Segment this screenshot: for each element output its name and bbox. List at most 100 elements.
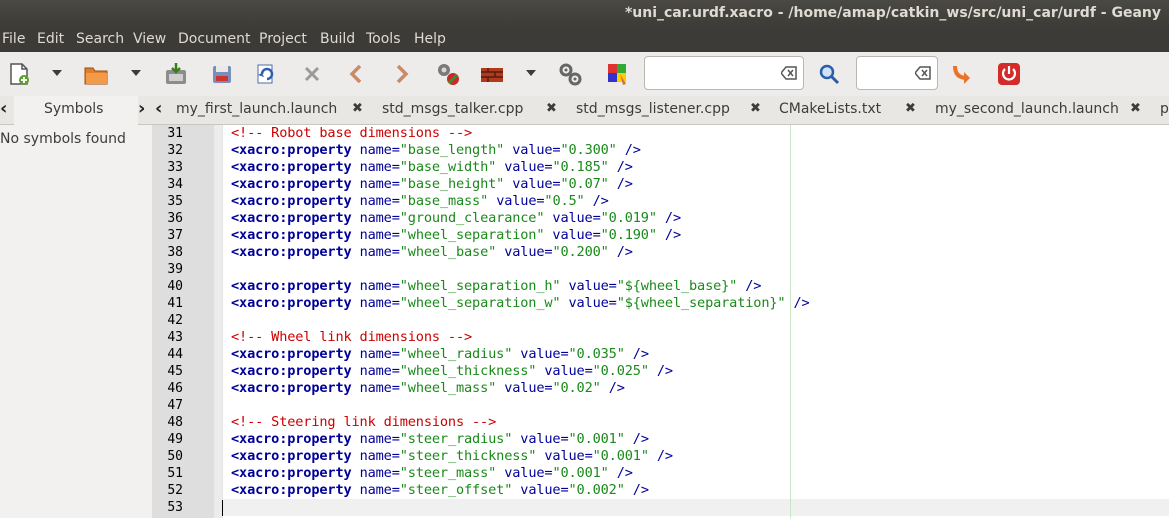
save-icon[interactable] bbox=[162, 60, 190, 88]
line-number: 51 bbox=[167, 466, 183, 481]
sidebar-prev-tab-icon[interactable]: ‹ bbox=[0, 99, 7, 119]
code-token: "steer_offset" bbox=[399, 482, 513, 498]
tab-cmakelists[interactable]: CMakeLists.txt bbox=[779, 101, 881, 117]
code-line[interactable]: <xacro:property name="wheel_radius" valu… bbox=[231, 346, 649, 363]
open-file-dropdown-icon[interactable] bbox=[131, 70, 141, 76]
code-token: <xacro:property bbox=[231, 346, 352, 362]
line-number: 39 bbox=[167, 262, 183, 277]
preferences-icon[interactable] bbox=[556, 60, 584, 88]
tab-my-second-launch[interactable]: my_second_launch.launch bbox=[935, 101, 1119, 117]
code-token: "0.001" bbox=[592, 448, 649, 464]
compile-icon[interactable] bbox=[434, 60, 462, 88]
sidebar-next-tab-icon[interactable]: › bbox=[138, 99, 145, 119]
tab-std-msgs-listener[interactable]: std_msgs_listener.cpp bbox=[576, 101, 730, 117]
new-file-icon[interactable] bbox=[5, 60, 33, 88]
editor-prev-tab-icon[interactable]: ‹ bbox=[155, 99, 162, 119]
code-token: "wheel_mass" bbox=[399, 380, 497, 396]
code-line[interactable]: <xacro:property name="ground_clearance" … bbox=[231, 210, 681, 227]
code-token: "wheel_radius" bbox=[399, 346, 513, 362]
code-token: "0.185" bbox=[552, 159, 609, 175]
menu-tools[interactable]: Tools bbox=[366, 31, 401, 47]
clear-goto-icon[interactable] bbox=[915, 66, 931, 80]
code-line[interactable]: <xacro:property name="steer_thickness" v… bbox=[231, 448, 673, 465]
code-line[interactable]: <xacro:property name="wheel_base" value=… bbox=[231, 244, 633, 261]
forward-icon[interactable] bbox=[388, 60, 416, 88]
search-icon[interactable] bbox=[815, 60, 843, 88]
back-icon[interactable] bbox=[342, 60, 370, 88]
menu-file[interactable]: File bbox=[2, 31, 25, 47]
code-line[interactable]: <xacro:property name="wheel_separation_h… bbox=[231, 278, 761, 295]
menu-view[interactable]: View bbox=[133, 31, 166, 47]
code-token: /> bbox=[584, 193, 609, 209]
tab-my-first-launch[interactable]: my_first_launch.launch bbox=[176, 101, 337, 117]
code-token: /> bbox=[624, 346, 649, 362]
code-token: = bbox=[560, 482, 569, 498]
color-chooser-icon[interactable] bbox=[604, 60, 632, 88]
code-line[interactable]: <!-- Robot base dimensions --> bbox=[231, 125, 472, 142]
save-all-icon[interactable] bbox=[208, 60, 236, 88]
code-line[interactable]: <xacro:property name="wheel_mass" value=… bbox=[231, 380, 625, 397]
code-line[interactable]: <xacro:property name="base_length" value… bbox=[231, 142, 641, 159]
code-token: <xacro:property bbox=[231, 210, 352, 226]
marker-margin[interactable] bbox=[214, 125, 223, 518]
code-token: name bbox=[359, 193, 392, 209]
code-token: "0.001" bbox=[552, 465, 609, 481]
build-dropdown-icon[interactable] bbox=[526, 70, 536, 76]
menu-project[interactable]: Project bbox=[259, 31, 307, 47]
tab-std-msgs-talker[interactable]: std_msgs_talker.cpp bbox=[382, 101, 523, 117]
menu-document[interactable]: Document bbox=[178, 31, 251, 47]
code-line[interactable]: <xacro:property name="base_mass" value="… bbox=[231, 193, 609, 210]
close-icon[interactable] bbox=[298, 60, 326, 88]
code-line[interactable]: <xacro:property name="steer_offset" valu… bbox=[231, 482, 649, 499]
code-token: name bbox=[359, 244, 392, 260]
line-number: 46 bbox=[167, 381, 183, 396]
tab-close-icon[interactable]: ✖ bbox=[1130, 101, 1141, 116]
goto-line-input[interactable] bbox=[856, 56, 938, 90]
code-token: /> bbox=[608, 159, 633, 175]
code-line[interactable]: <xacro:property name="steer_radius" valu… bbox=[231, 431, 649, 448]
code-token: "base_width" bbox=[399, 159, 497, 175]
code-token: "0.002" bbox=[568, 482, 625, 498]
code-token: /> bbox=[608, 176, 633, 192]
code-token: value bbox=[496, 193, 537, 209]
open-file-icon[interactable] bbox=[82, 60, 110, 88]
build-icon[interactable] bbox=[478, 60, 506, 88]
tab-close-icon[interactable]: ✖ bbox=[546, 101, 557, 116]
toolbar bbox=[0, 52, 1169, 97]
code-line[interactable]: <!-- Steering link dimensions --> bbox=[231, 414, 496, 431]
search-input[interactable] bbox=[644, 56, 804, 90]
menu-edit[interactable]: Edit bbox=[37, 31, 64, 47]
goto-line-icon[interactable] bbox=[948, 60, 976, 88]
code-line[interactable]: <xacro:property name="steer_mass" value=… bbox=[231, 465, 633, 482]
code-token: name bbox=[359, 210, 392, 226]
code-line[interactable]: <xacro:property name="wheel_separation" … bbox=[231, 227, 681, 244]
code-line[interactable]: <xacro:property name="wheel_separation_w… bbox=[231, 295, 810, 312]
menu-build[interactable]: Build bbox=[320, 31, 355, 47]
new-file-dropdown-icon[interactable] bbox=[52, 70, 62, 76]
code-token: "wheel_separation" bbox=[399, 227, 545, 243]
line-number: 48 bbox=[167, 415, 183, 430]
quit-icon[interactable] bbox=[995, 60, 1023, 88]
clear-search-icon[interactable] bbox=[781, 66, 797, 80]
menu-help[interactable]: Help bbox=[414, 31, 446, 47]
code-line[interactable]: <xacro:property name="base_height" value… bbox=[231, 176, 633, 193]
tab-symbols[interactable]: Symbols bbox=[14, 96, 138, 126]
code-token: = bbox=[391, 193, 400, 209]
tab-close-icon[interactable]: ✖ bbox=[750, 101, 761, 116]
code-token: <xacro:property bbox=[231, 244, 352, 260]
code-line[interactable]: <!-- Wheel link dimensions --> bbox=[231, 329, 472, 346]
code-token: = bbox=[560, 346, 569, 362]
code-token: <xacro:property bbox=[231, 278, 352, 294]
code-line[interactable]: <xacro:property name="base_width" value=… bbox=[231, 159, 633, 176]
tab-partial[interactable]: p bbox=[1160, 101, 1169, 117]
tab-close-icon[interactable]: ✖ bbox=[352, 101, 363, 116]
code-token: /> bbox=[608, 465, 633, 481]
code-line[interactable]: <xacro:property name="wheel_thickness" v… bbox=[231, 363, 673, 380]
tab-close-icon[interactable]: ✖ bbox=[905, 101, 916, 116]
code-token: value bbox=[504, 244, 545, 260]
menu-search[interactable]: Search bbox=[76, 31, 124, 47]
revert-icon[interactable] bbox=[252, 60, 280, 88]
